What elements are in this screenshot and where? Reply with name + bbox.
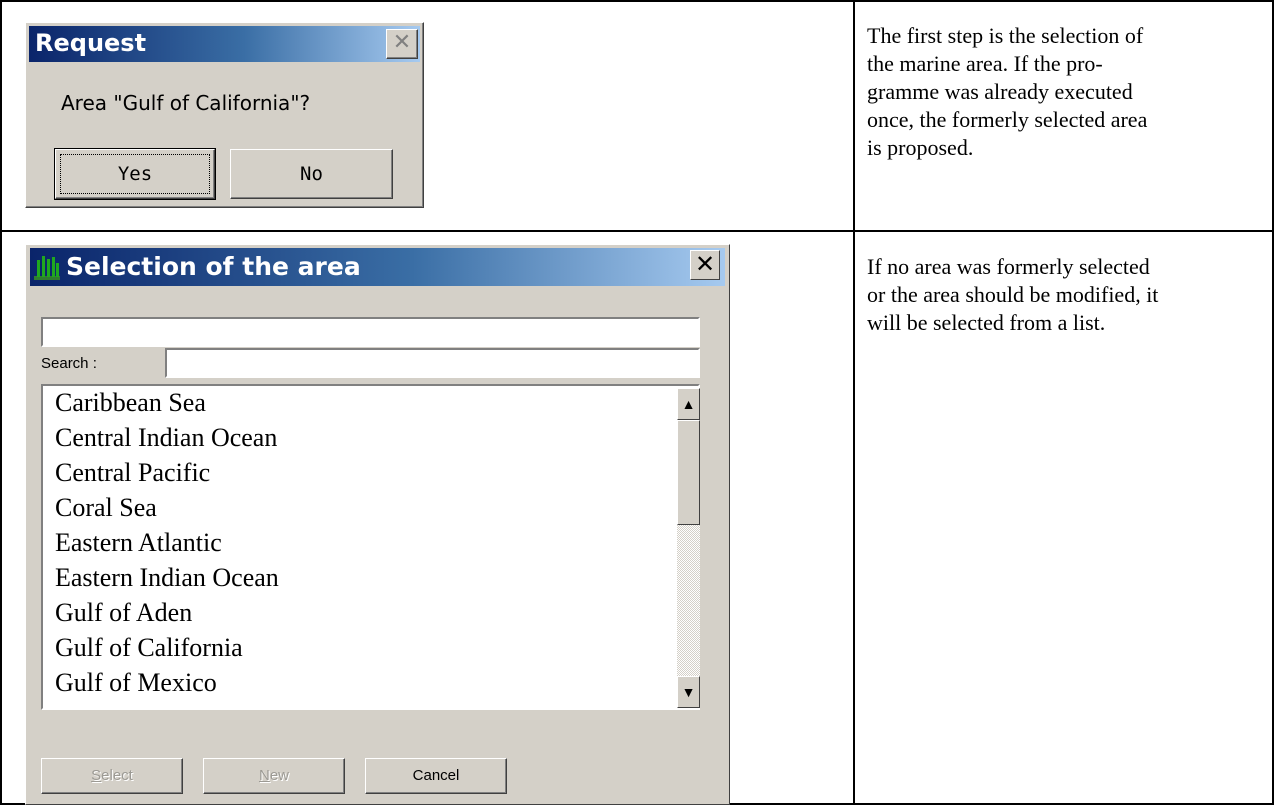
table-border-left <box>0 0 2 805</box>
list-item[interactable]: Central Indian Ocean <box>55 423 277 453</box>
scroll-down-icon[interactable]: ▼ <box>677 676 700 708</box>
close-icon[interactable]: ✕ <box>386 29 418 59</box>
request-message: Area "Gulf of California"? <box>61 91 311 115</box>
document-table: The first step is the selection of the m… <box>0 0 1274 805</box>
list-item[interactable]: Central Pacific <box>55 458 210 488</box>
focus-rect <box>60 154 210 194</box>
selection-dialog: Selection of the area ✕ Search : Caribbe… <box>25 244 730 805</box>
new-button[interactable]: New <box>203 758 345 794</box>
select-label: elect <box>101 767 133 784</box>
forest-icon <box>34 256 60 280</box>
list-item[interactable]: Eastern Atlantic <box>55 528 222 558</box>
description-step-one: The first step is the selection of the m… <box>867 23 1148 160</box>
new-label: ew <box>269 767 290 784</box>
scroll-up-icon[interactable]: ▲ <box>677 388 700 420</box>
area-listbox[interactable]: Caribbean Sea Central Indian Ocean Centr… <box>41 384 700 710</box>
cancel-button[interactable]: Cancel <box>365 758 507 794</box>
yes-button[interactable]: Yes <box>54 148 216 200</box>
no-button[interactable]: No <box>230 149 393 199</box>
table-border-middle <box>0 230 1274 232</box>
select-button[interactable]: Select <box>41 758 183 794</box>
list-item[interactable]: Gulf of California <box>55 633 243 663</box>
list-scrollbar[interactable]: ▲ ▼ <box>677 388 700 708</box>
list-item[interactable]: Coral Sea <box>55 493 157 523</box>
new-mnemonic: N <box>258 767 270 784</box>
request-title: Request <box>35 29 147 57</box>
list-item[interactable]: Eastern Indian Ocean <box>55 563 279 593</box>
selection-titlebar: Selection of the area <box>30 248 725 286</box>
selected-area-field[interactable] <box>41 317 700 347</box>
list-item[interactable]: Caribbean Sea <box>55 388 206 418</box>
selection-title: Selection of the area <box>66 252 361 281</box>
close-icon[interactable]: ✕ <box>690 250 720 280</box>
table-border-top <box>0 0 1274 2</box>
select-mnemonic: S <box>91 767 102 784</box>
search-input[interactable] <box>165 348 700 378</box>
list-item[interactable]: Gulf of Aden <box>55 598 192 628</box>
request-titlebar: Request ✕ <box>29 26 420 62</box>
request-dialog: Request ✕ Area "Gulf of California"? Yes… <box>25 22 424 208</box>
table-border-divider <box>853 0 855 805</box>
search-label: Search : <box>41 355 97 372</box>
no-label: No <box>300 163 323 185</box>
description-step-two: If no area was formerly selected or the … <box>867 254 1159 335</box>
list-item[interactable]: Gulf of Mexico <box>55 668 217 698</box>
scroll-thumb[interactable] <box>677 420 700 525</box>
